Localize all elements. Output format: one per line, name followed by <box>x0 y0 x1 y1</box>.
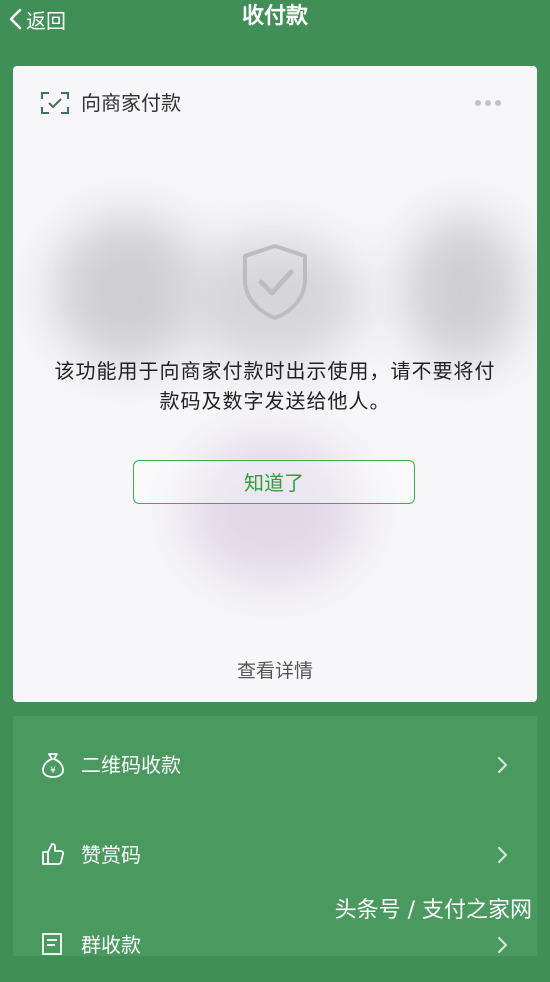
blurred-area-bottom <box>183 436 363 586</box>
menu-item-qr-receive[interactable]: ¥ 二维码收款 <box>13 722 537 802</box>
svg-text:¥: ¥ <box>50 766 56 776</box>
thumbs-up-icon <box>42 843 65 865</box>
blurred-area-right <box>403 216 523 366</box>
group-receipt-icon <box>42 933 62 955</box>
menu-label: 群收款 <box>81 933 141 957</box>
navigation-bar: 返回 收付款 <box>0 0 550 40</box>
watermark: 头条号 / 支付之家网 <box>334 898 532 923</box>
blurred-area-left <box>53 216 203 366</box>
page-title: 收付款 <box>241 4 308 29</box>
chevron-right-icon <box>497 756 508 774</box>
card-title: 向商家付款 <box>81 91 181 115</box>
menu-label: 赞赏码 <box>81 843 141 867</box>
menu-label: 二维码收款 <box>81 753 181 777</box>
scan-frame-icon <box>41 92 69 114</box>
card-header: 向商家付款 <box>13 66 537 142</box>
acknowledge-button[interactable]: 知道了 <box>133 460 415 504</box>
chevron-right-icon <box>497 846 508 864</box>
security-notice: 该功能用于向商家付款时出示使用，请不要将付款码及数字发送给他人。 <box>54 359 496 413</box>
payment-card: 向商家付款 该功能用于向商家付款时出示使用，请不要将付款码及数字发送给他人。 知… <box>13 66 537 702</box>
money-bag-icon: ¥ <box>42 753 64 778</box>
more-icon[interactable] <box>475 100 501 106</box>
menu-item-appreciation-code[interactable]: 赞赏码 <box>13 812 537 892</box>
shield-check-icon <box>243 244 307 320</box>
view-details-link[interactable]: 查看详情 <box>13 656 537 683</box>
